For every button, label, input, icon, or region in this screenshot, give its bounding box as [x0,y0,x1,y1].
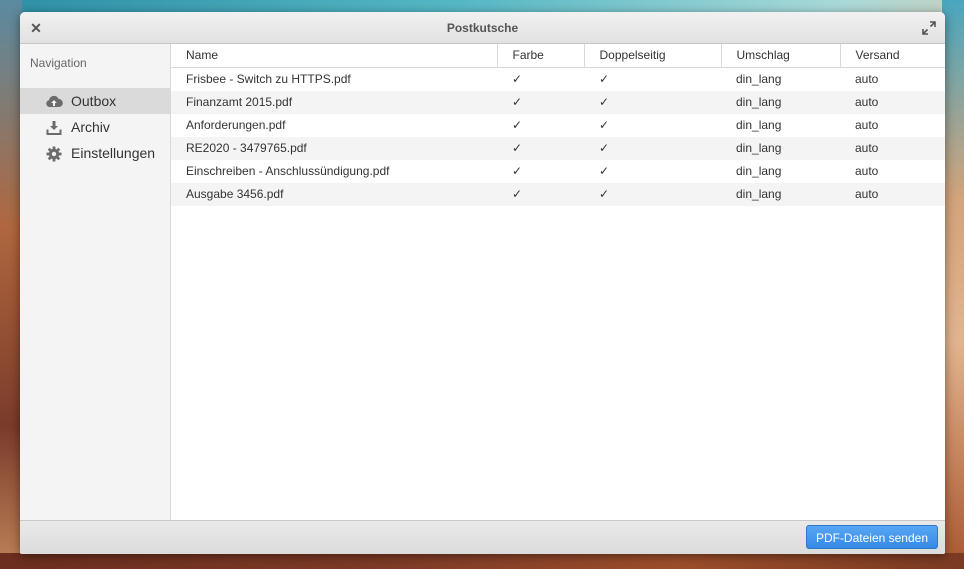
sidebar-item-archiv[interactable]: Archiv [20,114,170,140]
column-header-versand[interactable]: Versand [840,44,945,68]
title-bar: Postkutsche ✕ [20,12,945,44]
table-row[interactable]: Frisbee - Switch zu HTTPS.pdf ✓ ✓ din_la… [171,67,945,91]
cell-versand: auto [855,72,879,86]
table-row[interactable]: Ausgabe 3456.pdf ✓ ✓ din_lang auto [171,182,945,206]
table-row[interactable]: RE2020 - 3479765.pdf ✓ ✓ din_lang auto [171,136,945,160]
table-row[interactable]: Anforderungen.pdf ✓ ✓ din_lang auto [171,114,945,137]
cell-doppelseitig: ✓ [584,182,721,206]
cell-versand: auto [855,164,879,178]
cell-doppelseitig: ✓ [584,136,721,160]
cell-umschlag: din_lang [721,90,840,114]
action-bar: PDF-Dateien senden [20,520,945,554]
sidebar-item-label: Archiv [71,119,110,135]
cell-farbe: ✓ [497,90,584,114]
download-icon [45,119,63,135]
cell-doppelseitig: ✓ [599,164,610,178]
cell-name: Einschreiben - Anschlussündigung.pdf [186,164,390,178]
sidebar-item-label: Outbox [71,93,117,109]
nav-header: Navigation [30,56,87,70]
file-table: Name Farbe Doppelseitig Umschlag Versand… [171,44,945,206]
sidebar: Navigation Outbox Archiv Einstellungen [20,44,171,520]
column-header-doppelseitig[interactable]: Doppelseitig [584,44,722,68]
cell-versand: auto [840,90,945,114]
maximize-icon[interactable] [921,20,937,36]
cell-doppelseitig: ✓ [599,72,610,86]
close-icon[interactable]: ✕ [28,20,44,36]
cell-doppelseitig: ✓ [584,90,721,114]
cell-umschlag: din_lang [736,118,782,132]
cell-name: Ausgabe 3456.pdf [171,182,497,206]
desktop-wallpaper-left [0,0,22,569]
desktop-wallpaper-right [942,0,964,569]
cell-name: Frisbee - Switch zu HTTPS.pdf [186,72,351,86]
cell-farbe: ✓ [512,118,523,132]
cell-farbe: ✓ [497,136,584,160]
cell-umschlag: din_lang [721,136,840,160]
column-header-farbe[interactable]: Farbe [497,44,585,68]
cell-versand: auto [855,118,879,132]
cell-name: RE2020 - 3479765.pdf [171,136,497,160]
cell-farbe: ✓ [497,182,584,206]
column-header-umschlag[interactable]: Umschlag [721,44,841,68]
cell-versand: auto [840,182,945,206]
table-header-row: Name Farbe Doppelseitig Umschlag Versand [171,44,945,68]
cell-doppelseitig: ✓ [599,118,610,132]
sidebar-item-label: Einstellungen [71,145,156,161]
cell-farbe: ✓ [512,164,523,178]
app-window: Postkutsche ✕ Navigation Outbox Archiv E… [20,12,945,554]
cell-farbe: ✓ [512,72,523,86]
cell-name: Anforderungen.pdf [186,118,286,132]
table-row[interactable]: Einschreiben - Anschlussündigung.pdf ✓ ✓… [171,160,945,183]
cell-versand: auto [840,136,945,160]
cell-umschlag: din_lang [721,182,840,206]
window-title: Postkutsche [446,21,519,35]
cell-umschlag: din_lang [736,164,782,178]
cell-name: Finanzamt 2015.pdf [171,90,497,114]
gear-icon [45,145,63,162]
sidebar-item-outbox[interactable]: Outbox [20,88,170,114]
cloud-upload-icon [45,93,63,109]
cell-umschlag: din_lang [736,72,782,86]
table-row[interactable]: Finanzamt 2015.pdf ✓ ✓ din_lang auto [171,90,945,114]
sidebar-item-einstellungen[interactable]: Einstellungen [20,140,170,166]
send-pdf-button[interactable]: PDF-Dateien senden [805,525,938,549]
file-list-panel: Name Farbe Doppelseitig Umschlag Versand… [171,44,945,520]
column-header-name[interactable]: Name [171,44,498,68]
desktop-wallpaper-bottom [0,553,964,569]
